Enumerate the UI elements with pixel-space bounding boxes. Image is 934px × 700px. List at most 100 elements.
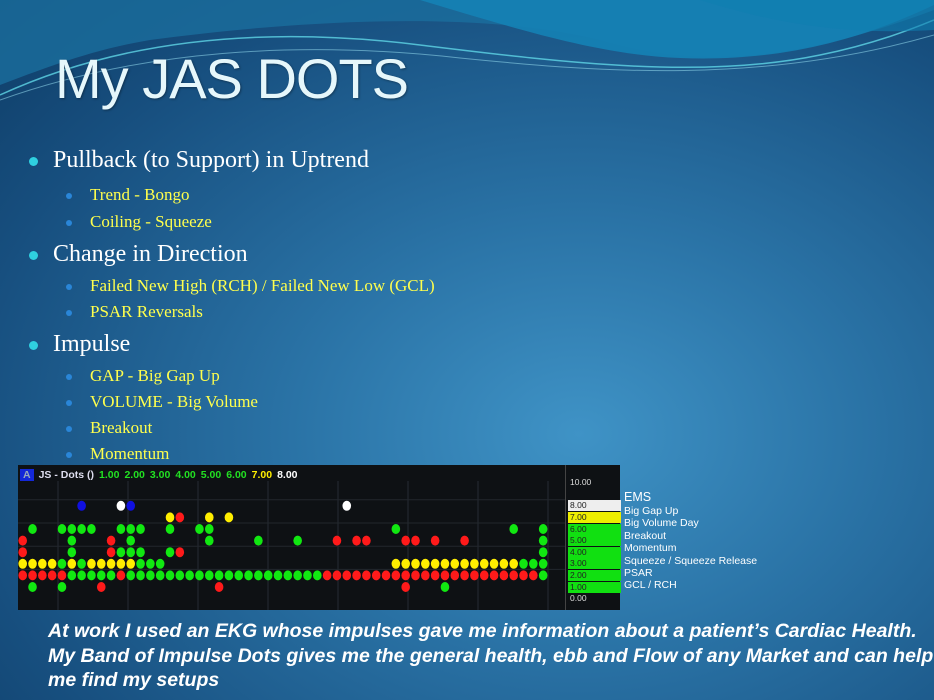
dot-level-2 <box>293 570 302 581</box>
dot-level-6 <box>77 524 86 534</box>
dot-level-6 <box>391 524 401 534</box>
dot-level-4 <box>106 547 116 558</box>
y-tick-label: 2.00 <box>568 569 621 581</box>
dot-level-3 <box>146 558 155 569</box>
dot-level-2 <box>460 570 469 581</box>
bullet-text: VOLUME - Big Volume <box>90 392 258 411</box>
dot-level-2 <box>529 570 538 581</box>
chart-header: A JS - Dots () 1.00 2.00 3.00 4.00 5.00 6.00 7.0… <box>20 469 308 481</box>
dot-level-7 <box>175 512 185 523</box>
dot-level-2 <box>57 570 67 581</box>
dot-level-3 <box>116 558 126 569</box>
dot-level-5 <box>411 535 420 546</box>
dot-level-5 <box>430 535 440 546</box>
dot-level-3 <box>126 558 136 569</box>
y-axis: 10.00 8.00 7.00 6.00 5.00 4.00 3.00 2.00 1.00 0.0… <box>565 465 621 610</box>
dot-level-2 <box>273 570 283 581</box>
dot-level-2 <box>519 570 528 581</box>
header-value: 3.00 <box>149 469 171 481</box>
dot-level-3 <box>519 558 528 569</box>
legend-item: Momentum <box>624 542 677 555</box>
dot-level-5 <box>401 535 410 546</box>
sub-bullet-coiling: Coiling - Squeeze <box>66 212 212 232</box>
dot-level-2 <box>96 570 106 581</box>
y-tick-label: 0.00 <box>570 593 587 604</box>
dot-level-2 <box>411 570 420 581</box>
dot-level-2 <box>28 570 37 581</box>
dot-level-2 <box>38 570 47 581</box>
bullet-icon <box>66 400 72 406</box>
bullet-text: Breakout <box>90 418 153 437</box>
legend: EMS Big Gap Up Big Volume Day Breakout M… <box>624 490 757 592</box>
bullet-text: Change in Direction <box>53 241 248 267</box>
chart-badge[interactable]: A <box>20 469 34 481</box>
y-tick-label: 1.00 <box>568 581 621 593</box>
dot-level-6 <box>57 524 67 534</box>
dot-level-2 <box>146 570 155 581</box>
dot-level-3 <box>440 558 450 569</box>
dot-level-3 <box>391 558 401 569</box>
header-value: 1.00 <box>99 469 120 481</box>
dot-level-2 <box>371 570 381 581</box>
bullet-text: Momentum <box>90 444 170 463</box>
indicator-name: JS - Dots () <box>38 469 95 481</box>
dot-level-6 <box>195 524 204 534</box>
dot-level-2 <box>509 570 518 581</box>
dot-level-5 <box>126 535 136 546</box>
dot-level-5 <box>204 535 214 546</box>
dot-level-4 <box>538 547 548 558</box>
dot-level-2 <box>175 570 185 581</box>
dot-level-2 <box>421 570 430 581</box>
dot-level-1 <box>28 582 37 592</box>
dot-level-5 <box>106 535 116 546</box>
dot-level-5 <box>18 535 27 546</box>
dot-level-2 <box>499 570 509 581</box>
dot-level-2 <box>489 570 499 581</box>
dot-level-2 <box>214 570 224 581</box>
bullet-text: Failed New High (RCH) / Failed New Low (… <box>90 276 435 295</box>
dot-level-2 <box>342 570 352 581</box>
dot-level-4 <box>18 547 27 558</box>
dot-level-1 <box>96 582 106 592</box>
legend-item: PSAR <box>624 567 653 580</box>
dot-level-2 <box>538 570 548 581</box>
dot-level-2 <box>362 570 371 581</box>
dot-level-2 <box>106 570 116 581</box>
legend-item: GCL / RCH <box>624 579 677 592</box>
dot-level-2 <box>116 570 126 581</box>
dot-level-2 <box>263 570 273 581</box>
dot-level-4 <box>126 547 136 558</box>
dot-level-2 <box>47 570 57 581</box>
bullet-icon <box>66 374 72 380</box>
dot-level-4 <box>175 547 185 558</box>
dot-level-3 <box>430 558 440 569</box>
dot-level-3 <box>18 558 27 569</box>
dot-level-2 <box>470 570 479 581</box>
dot-level-1 <box>214 582 224 592</box>
dot-level-2 <box>283 570 293 581</box>
dot-level-3 <box>106 558 116 569</box>
dot-level-5 <box>67 535 77 546</box>
dot-level-3 <box>499 558 509 569</box>
bullet-icon <box>66 220 72 226</box>
dot-level-5 <box>293 535 302 546</box>
caption: At work I used an EKG whose impulses gav… <box>48 620 934 691</box>
dot-level-2 <box>234 570 244 581</box>
dot-level-3 <box>77 558 86 569</box>
dot-level-6 <box>538 524 548 534</box>
dot-level-6 <box>509 524 518 534</box>
bullet-icon <box>29 251 38 260</box>
legend-item: Big Gap Up <box>624 505 679 517</box>
dot-level-3 <box>411 558 420 569</box>
dot-level-1 <box>401 582 410 592</box>
header-value: 7.00 <box>251 469 273 481</box>
dot-level-2 <box>126 570 136 581</box>
legend-item: Squeeze / Squeeze Release <box>624 554 758 567</box>
dot-level-3 <box>421 558 430 569</box>
bullet-text: Pullback (to Support) in Uptrend <box>53 147 369 173</box>
dot-level-3 <box>479 558 489 569</box>
bullet-change-direction: Change in Direction <box>29 241 248 268</box>
dot-level-3 <box>67 558 77 569</box>
dot-level-5 <box>460 535 469 546</box>
dot-level-3 <box>401 558 410 569</box>
